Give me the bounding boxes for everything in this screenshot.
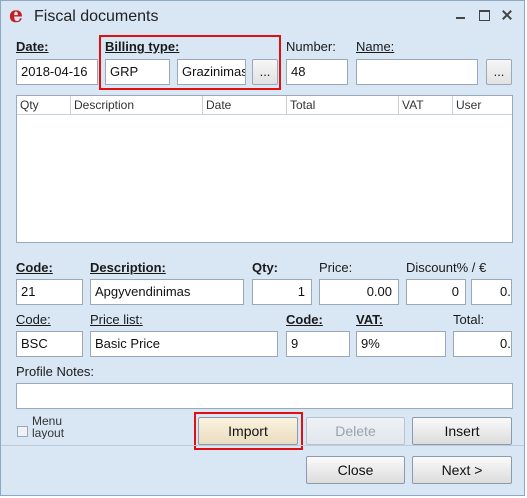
code-field[interactable]: 21 (16, 279, 83, 305)
discount-amount-field[interactable]: 0.0 (471, 279, 512, 305)
footer-separator (1, 445, 524, 446)
pricelist-field[interactable]: Basic Price (90, 331, 278, 357)
vat-label: VAT: (356, 312, 383, 327)
window-title: Fiscal documents (34, 8, 159, 25)
menu-layout-checkbox[interactable] (17, 426, 28, 437)
pricelist-code-field[interactable]: BSC (16, 331, 83, 357)
code-label: Code: (16, 260, 53, 275)
billing-type-code-field[interactable]: GRP (105, 59, 170, 85)
close-button[interactable]: Close (306, 456, 405, 484)
menu-layout-label: Menu layout (32, 415, 65, 439)
description-field[interactable]: Apgyvendinimas (90, 279, 244, 305)
grid-header: Qty Description Date Total VAT User (17, 96, 512, 115)
billing-type-name-field[interactable]: Grazinimas (177, 59, 246, 85)
billing-type-browse-button[interactable]: ... (252, 59, 278, 85)
name-browse-button[interactable]: ... (486, 59, 512, 85)
number-field[interactable]: 48 (286, 59, 348, 85)
name-field[interactable] (356, 59, 478, 85)
qty-field[interactable]: 1 (252, 279, 312, 305)
insert-button[interactable]: Insert (412, 417, 512, 445)
total-label: Total: (453, 312, 485, 327)
pricelist-code-label: Code: (16, 312, 51, 327)
pricelist-label: Price list: (90, 312, 143, 327)
billing-type-label: Billing type: (105, 39, 180, 54)
column-user[interactable]: User (453, 96, 512, 114)
name-label: Name: (356, 39, 395, 54)
price-field[interactable]: 0.00 (319, 279, 399, 305)
vat-field[interactable]: 9% (356, 331, 446, 357)
column-date[interactable]: Date (203, 96, 287, 114)
maximize-icon[interactable] (475, 6, 493, 24)
qty-label: Qty: (252, 260, 278, 275)
number-label: Number: (286, 39, 336, 54)
discount-percent-field[interactable]: 0 (406, 279, 466, 305)
description-label: Description: (90, 260, 166, 275)
title-bar: e Fiscal documents (1, 1, 524, 31)
date-field[interactable]: 2018-04-16 (16, 59, 98, 85)
fiscal-documents-window: e Fiscal documents Date: 2018-04-16 Bill… (0, 0, 525, 496)
documents-grid[interactable]: Qty Description Date Total VAT User (16, 95, 513, 243)
next-button[interactable]: Next > (412, 456, 512, 484)
app-logo-icon: e (9, 2, 23, 28)
minimize-icon[interactable] (452, 6, 470, 24)
price-label: Price: (319, 260, 353, 275)
column-description[interactable]: Description (71, 96, 203, 114)
vat-code-label: Code: (286, 312, 323, 327)
column-vat[interactable]: VAT (399, 96, 453, 114)
discount-label: Discount% / € (406, 260, 487, 275)
vat-code-field[interactable]: 9 (286, 331, 350, 357)
total-field[interactable]: 0.0 (453, 331, 512, 357)
close-icon[interactable] (498, 6, 516, 24)
profile-notes-field[interactable] (16, 383, 513, 409)
column-qty[interactable]: Qty (17, 96, 71, 114)
date-label: Date: (16, 39, 49, 54)
import-button[interactable]: Import (198, 417, 298, 445)
column-total[interactable]: Total (287, 96, 399, 114)
delete-button[interactable]: Delete (306, 417, 405, 445)
profile-notes-label: Profile Notes: (16, 364, 95, 379)
